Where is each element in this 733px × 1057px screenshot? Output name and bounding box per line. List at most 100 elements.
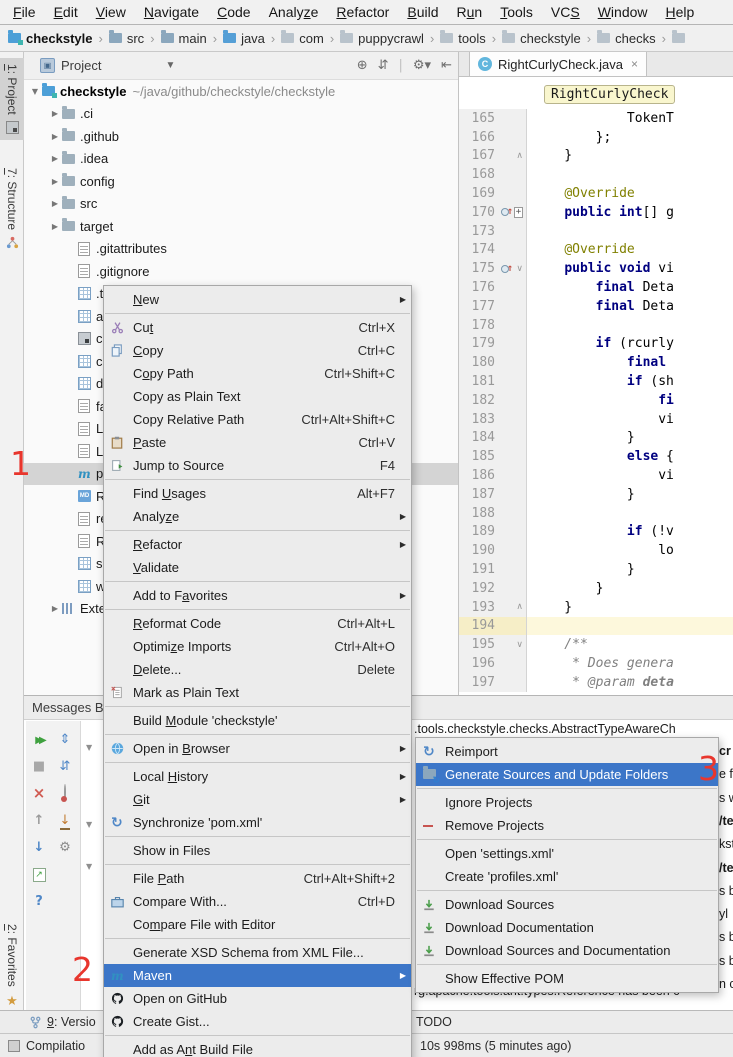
context-menu-item-new[interactable]: New▶ <box>104 288 411 311</box>
fold-start-icon[interactable]: ∨ <box>516 264 523 274</box>
code-line[interactable]: 195∨ /** <box>459 635 733 654</box>
code-line[interactable]: 196 * Does genera <box>459 654 733 673</box>
chevron-down-icon[interactable]: ▼ <box>165 60 175 71</box>
settings-icon[interactable]: ⚙▾ <box>413 58 431 73</box>
context-menu-item-copy-as-plain-text[interactable]: Copy as Plain Text <box>104 385 411 408</box>
context-menu-item-analyze[interactable]: Analyze▶ <box>104 505 411 528</box>
code-line[interactable]: 197 * @param deta <box>459 673 733 692</box>
pause-icon[interactable] <box>64 785 66 800</box>
menu-navigate[interactable]: Navigate <box>135 4 208 20</box>
stripe-tab-1-project[interactable]: 1: Project <box>0 58 24 140</box>
tree-row-ci[interactable]: ▶.ci <box>24 103 458 126</box>
up-icon[interactable]: ↑ <box>34 812 45 828</box>
tree-row-target[interactable]: ▶target <box>24 215 458 238</box>
settings-icon[interactable]: ⚙ <box>59 839 71 855</box>
menu-view[interactable]: View <box>87 4 135 20</box>
tree-row-src[interactable]: ▶src <box>24 193 458 216</box>
tree-expander-icon[interactable]: ▼ <box>86 820 92 829</box>
context-menu-item-jump-to-source[interactable]: Jump to SourceF4 <box>104 454 411 477</box>
context-menu-item-add-as-ant-build-file[interactable]: Add as Ant Build File <box>104 1038 411 1057</box>
tree-row-gitattributes[interactable]: .gitattributes <box>24 238 458 261</box>
stripe-tab-2-favorites[interactable]: 2: Favorites★ <box>0 918 24 1015</box>
maven-submenu-item-generate-sources-and-update-folders[interactable]: ↻Generate Sources and Update Folders <box>416 763 718 786</box>
context-menu-item-show-in-files[interactable]: Show in Files <box>104 839 411 862</box>
code-line[interactable]: 179 if (rcurly <box>459 335 733 354</box>
tree-row-github[interactable]: ▶.github <box>24 125 458 148</box>
breadcrumb-item-java[interactable]: java <box>223 31 265 46</box>
menu-window[interactable]: Window <box>589 4 657 20</box>
override-icon[interactable]: ↑ <box>501 264 513 274</box>
code-line[interactable]: 175↑∨ public void vi <box>459 259 733 278</box>
code-line[interactable]: 187 } <box>459 485 733 504</box>
hide-panel-icon[interactable]: ⇤ <box>441 58 452 73</box>
override-icon[interactable]: ↑ <box>501 207 513 217</box>
context-menu-item-copy-path[interactable]: Copy PathCtrl+Shift+C <box>104 362 411 385</box>
context-menu-item-build-module-checkstyle[interactable]: Build Module 'checkstyle' <box>104 709 411 732</box>
menu-file[interactable]: File <box>4 4 45 20</box>
tree-row-idea[interactable]: ▶.idea <box>24 148 458 171</box>
collapse-icon[interactable]: ⇵ <box>60 758 71 774</box>
close-icon[interactable]: × <box>33 784 46 802</box>
help-icon[interactable]: ? <box>35 893 43 909</box>
breadcrumb-item-checks[interactable]: checks <box>597 31 655 46</box>
breadcrumb-item-main[interactable]: main <box>161 31 207 46</box>
context-menu-item-generate-xsd-schema-from-xml-file[interactable]: Generate XSD Schema from XML File... <box>104 941 411 964</box>
fold-expand-icon[interactable]: + <box>514 207 523 218</box>
code-line[interactable]: 191 } <box>459 560 733 579</box>
code-line[interactable]: 173 <box>459 222 733 241</box>
context-menu-item-reformat-code[interactable]: Reformat CodeCtrl+Alt+L <box>104 612 411 635</box>
breadcrumb-item-checkstyle[interactable]: checkstyle <box>502 31 581 46</box>
breadcrumb-item-com[interactable]: com <box>281 31 324 46</box>
menu-edit[interactable]: Edit <box>45 4 87 20</box>
context-menu-item-refactor[interactable]: Refactor▶ <box>104 533 411 556</box>
context-menu-item-validate[interactable]: Validate <box>104 556 411 579</box>
context-menu-item-file-path[interactable]: File PathCtrl+Alt+Shift+2 <box>104 867 411 890</box>
code-line[interactable]: 185 else { <box>459 447 733 466</box>
menu-analyze[interactable]: Analyze <box>260 4 328 20</box>
code-line[interactable]: 181 if (sh <box>459 372 733 391</box>
fold-start-icon[interactable]: ∨ <box>516 640 523 650</box>
context-menu-item-paste[interactable]: PasteCtrl+V <box>104 431 411 454</box>
code-line[interactable]: 167∧ } <box>459 147 733 166</box>
menu-run[interactable]: Run <box>448 4 492 20</box>
context-menu-item-local-history[interactable]: Local History▶ <box>104 765 411 788</box>
menu-refactor[interactable]: Refactor <box>327 4 398 20</box>
maven-submenu-item-remove-projects[interactable]: Remove Projects <box>416 814 718 837</box>
code-line[interactable]: 177 final Deta <box>459 297 733 316</box>
code-line[interactable]: 176 final Deta <box>459 278 733 297</box>
code-line[interactable]: 183 vi <box>459 410 733 429</box>
tree-row-gitignore[interactable]: .gitignore <box>24 260 458 283</box>
context-menu-item-delete[interactable]: Delete...Delete <box>104 658 411 681</box>
breadcrumb-item-tools[interactable]: tools <box>440 31 485 46</box>
menu-tools[interactable]: Tools <box>491 4 542 20</box>
code-line[interactable]: 189 if (!v <box>459 523 733 542</box>
code-line[interactable]: 180 final <box>459 353 733 372</box>
breadcrumb-item-puppycrawl[interactable]: puppycrawl <box>340 31 424 46</box>
editor-tab[interactable]: C RightCurlyCheck.java × <box>469 52 647 76</box>
maven-submenu-item-download-sources-and-documentation[interactable]: Download Sources and Documentation <box>416 939 718 962</box>
version-control-tab[interactable]: 9: Versio <box>30 1015 96 1029</box>
breadcrumb-item-checkstyle[interactable]: checkstyle <box>8 31 93 46</box>
context-menu-item-create-gist[interactable]: Create Gist... <box>104 1010 411 1033</box>
code-line[interactable]: 193∧ } <box>459 598 733 617</box>
context-menu-item-compare-file-with-editor[interactable]: Compare File with Editor <box>104 913 411 936</box>
code-line[interactable]: 182 fi <box>459 391 733 410</box>
locate-icon[interactable]: ⊕ <box>357 58 368 73</box>
context-menu-item-open-in-browser[interactable]: Open in Browser▶ <box>104 737 411 760</box>
menu-vcs[interactable]: VCS <box>542 4 589 20</box>
breadcrumb-item-item[interactable] <box>672 33 685 43</box>
menu-help[interactable]: Help <box>657 4 704 20</box>
context-menu-item-find-usages[interactable]: Find UsagesAlt+F7 <box>104 482 411 505</box>
maven-submenu-item-download-sources[interactable]: Download Sources <box>416 893 718 916</box>
stripe-tab-7-structure[interactable]: 7: Structure <box>0 162 24 255</box>
todo-tab[interactable]: TODO <box>416 1015 452 1029</box>
code-line[interactable]: 166 }; <box>459 128 733 147</box>
code-line[interactable]: 178 <box>459 316 733 335</box>
context-menu-item-git[interactable]: Git▶ <box>104 788 411 811</box>
context-menu-item-cut[interactable]: CutCtrl+X <box>104 316 411 339</box>
code-line[interactable]: 186 vi <box>459 466 733 485</box>
context-menu-item-optimize-imports[interactable]: Optimize ImportsCtrl+Alt+O <box>104 635 411 658</box>
context-menu-item-add-to-favorites[interactable]: Add to Favorites▶ <box>104 584 411 607</box>
breadcrumb-item-src[interactable]: src <box>109 31 144 46</box>
code-line[interactable]: 188 <box>459 504 733 523</box>
